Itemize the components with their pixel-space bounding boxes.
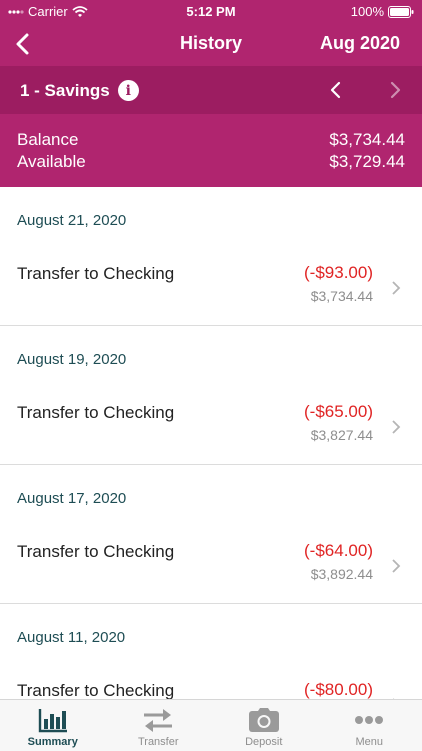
- transaction-section[interactable]: August 21, 2020 Transfer to Checking (-$…: [0, 187, 422, 326]
- tab-menu[interactable]: Menu: [317, 700, 422, 751]
- running-balance: $3,827.44: [311, 427, 373, 443]
- running-balance: $3,892.44: [311, 566, 373, 582]
- tab-label: Summary: [0, 736, 106, 748]
- balance-label: Balance: [17, 130, 78, 150]
- previous-account-chevron-icon[interactable]: [325, 78, 347, 102]
- balance-value: $3,734.44: [329, 130, 405, 150]
- available-row: Available $3,729.44: [17, 152, 405, 172]
- more-dots-icon: [352, 706, 386, 734]
- header: Carrier 5:12 PM 100% History Aug 2020 1 …: [0, 0, 422, 187]
- transaction-description: Transfer to Checking: [17, 542, 174, 562]
- transaction-amount: (-$64.00): [304, 541, 373, 561]
- tab-transfer[interactable]: Transfer: [106, 700, 212, 751]
- chevron-right-icon: [390, 279, 402, 297]
- nav-bar: History Aug 2020: [0, 22, 422, 66]
- running-balance: $3,734.44: [311, 288, 373, 304]
- battery-info: 100%: [351, 4, 414, 19]
- battery-percent: 100%: [351, 4, 384, 19]
- tab-label: Transfer: [106, 736, 212, 748]
- transaction-description: Transfer to Checking: [17, 681, 174, 701]
- camera-icon: [247, 706, 281, 734]
- tab-deposit[interactable]: Deposit: [211, 700, 317, 751]
- transaction-date: August 21, 2020: [17, 212, 126, 229]
- tab-summary[interactable]: Summary: [0, 700, 106, 751]
- info-icon[interactable]: i: [118, 80, 139, 101]
- transaction-amount: (-$80.00): [304, 680, 373, 700]
- transaction-section[interactable]: August 17, 2020 Transfer to Checking (-$…: [0, 465, 422, 604]
- balance-row: Balance $3,734.44: [17, 130, 405, 150]
- account-selector[interactable]: 1 - Savings i: [20, 80, 139, 101]
- tab-label: Deposit: [211, 736, 317, 748]
- transaction-description: Transfer to Checking: [17, 403, 174, 423]
- available-label: Available: [17, 152, 86, 172]
- chevron-right-icon: [390, 557, 402, 575]
- transaction-list: August 21, 2020 Transfer to Checking (-$…: [0, 187, 422, 743]
- transaction-amount: (-$93.00): [304, 263, 373, 283]
- transaction-section[interactable]: August 19, 2020 Transfer to Checking (-$…: [0, 326, 422, 465]
- month-selector[interactable]: Aug 2020: [320, 33, 400, 54]
- available-value: $3,729.44: [329, 152, 405, 172]
- transfer-arrows-icon: [141, 706, 175, 734]
- bar-chart-icon: [36, 706, 70, 734]
- tab-bar: Summary Transfer Deposit Menu: [0, 699, 422, 751]
- transaction-date: August 19, 2020: [17, 351, 126, 368]
- transaction-date: August 11, 2020: [17, 629, 125, 646]
- battery-icon: [388, 6, 414, 18]
- status-bar: Carrier 5:12 PM 100%: [0, 0, 422, 22]
- next-account-chevron-icon[interactable]: [384, 78, 406, 102]
- tab-label: Menu: [317, 736, 422, 748]
- transaction-date: August 17, 2020: [17, 490, 126, 507]
- transaction-amount: (-$65.00): [304, 402, 373, 422]
- account-bar: 1 - Savings i: [0, 66, 422, 114]
- chevron-right-icon: [390, 418, 402, 436]
- transaction-description: Transfer to Checking: [17, 264, 174, 284]
- account-name: 1 - Savings: [20, 81, 110, 101]
